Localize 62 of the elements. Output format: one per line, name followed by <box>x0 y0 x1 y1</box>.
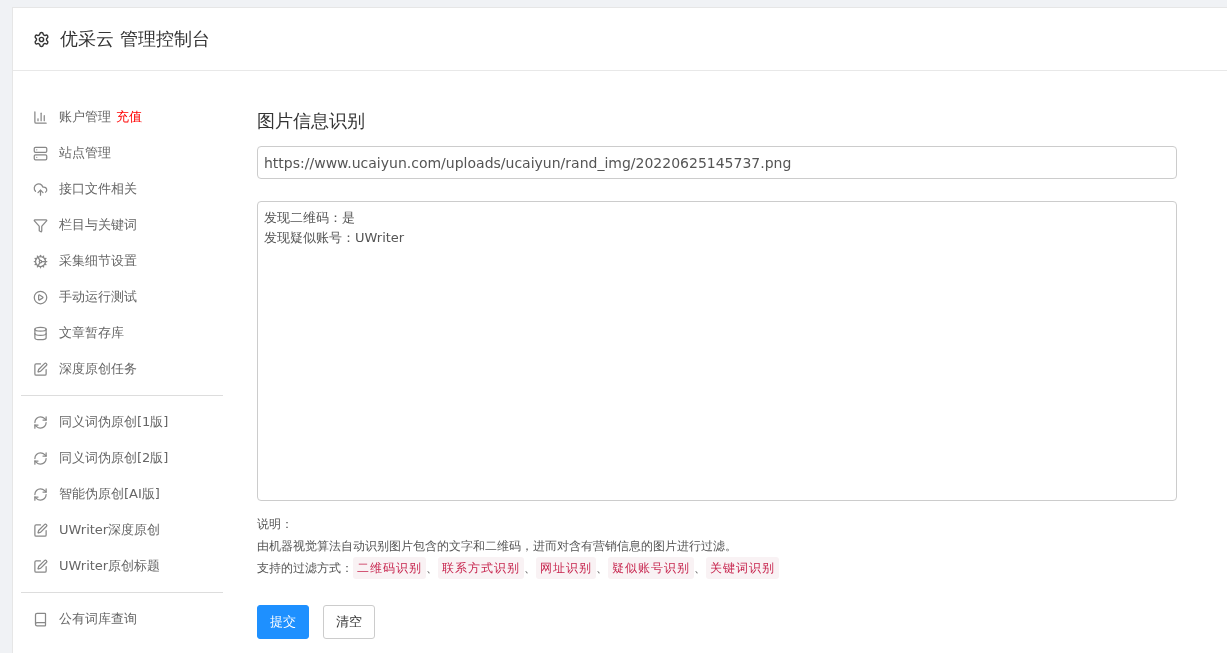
sidebar-item[interactable]: UWriter原创标题 <box>21 548 223 584</box>
submit-button[interactable]: 提交 <box>257 605 309 639</box>
sidebar-label: 手动运行测试 <box>59 288 137 306</box>
sidebar-item[interactable]: 账户管理 充值 <box>21 99 223 135</box>
edit-icon <box>33 522 48 538</box>
refresh-icon <box>33 486 48 502</box>
database-icon <box>33 325 48 341</box>
sidebar-label: 采集细节设置 <box>59 252 137 270</box>
sidebar-label: 接口文件相关 <box>59 180 137 198</box>
settings-icon <box>33 30 50 48</box>
sidebar-label: 账户管理 <box>59 108 111 126</box>
sidebar-item[interactable]: 公有词库查询 <box>21 601 223 637</box>
separator: 、 <box>426 560 438 577</box>
section-title: 图片信息识别 <box>257 109 366 133</box>
result-text-area[interactable]: 发现二维码：是 发现疑似账号：UWriter <box>257 201 1177 501</box>
gear-icon <box>33 253 48 269</box>
sidebar-item[interactable]: 手动运行测试 <box>21 279 223 315</box>
edit-icon <box>33 361 48 377</box>
sidebar-item[interactable]: UWriter深度原创 <box>21 512 223 548</box>
sidebar-item[interactable]: 栏目与关键词 <box>21 207 223 243</box>
sidebar-item[interactable]: 深度原创任务 <box>21 351 223 387</box>
bar-chart-icon <box>33 109 48 125</box>
recharge-link[interactable]: 充值 <box>116 108 142 126</box>
refresh-icon <box>33 450 48 466</box>
sidebar-label: 公有词库查询 <box>59 610 137 628</box>
sidebar-item[interactable]: 站点管理 <box>21 135 223 171</box>
book-icon <box>33 611 48 627</box>
method-tag: 疑似账号识别 <box>608 557 694 579</box>
note-heading: 说明： <box>257 516 294 533</box>
play-icon <box>33 289 48 305</box>
method-tag: 关键词识别 <box>706 557 779 579</box>
sidebar-label: 同义词伪原创[2版] <box>59 449 169 467</box>
clear-button[interactable]: 清空 <box>323 605 375 639</box>
sidebar-item[interactable]: 文章暂存库 <box>21 315 223 351</box>
sidebar-item[interactable]: 同义词伪原创[2版] <box>21 440 223 476</box>
server-icon <box>33 145 48 161</box>
separator: 、 <box>596 560 608 577</box>
methods-label: 支持的过滤方式： <box>257 560 353 577</box>
sidebar-item[interactable]: 接口文件相关 <box>21 171 223 207</box>
sidebar-label: UWriter深度原创 <box>59 521 161 539</box>
sidebar-label: UWriter原创标题 <box>59 557 161 575</box>
console-title: 优采云 管理控制台 <box>60 27 210 51</box>
sidebar-label: 栏目与关键词 <box>59 216 137 234</box>
edit-icon <box>33 558 48 574</box>
sidebar-label: 同义词伪原创[1版] <box>59 413 169 431</box>
separator: 、 <box>694 560 706 577</box>
method-tag: 联系方式识别 <box>438 557 524 579</box>
sidebar-label: 文章暂存库 <box>59 324 124 342</box>
url-input-field[interactable]: https://www.ucaiyun.com/uploads/ucaiyun/rand_img/20220625145737.png <box>257 146 1177 179</box>
sidebar-label: 智能伪原创[AI版] <box>59 485 160 503</box>
sidebar-item[interactable]: 采集细节设置 <box>21 243 223 279</box>
filter-icon <box>33 217 48 233</box>
separator: 、 <box>524 560 536 577</box>
note-text: 由机器视觉算法自动识别图片包含的文字和二维码，进而对含有营销信息的图片进行过滤。 <box>257 538 738 555</box>
sidebar-item[interactable]: 同义词伪原创[1版] <box>21 404 223 440</box>
sidebar-label: 深度原创任务 <box>59 360 137 378</box>
cloud-upload-icon <box>33 181 48 197</box>
refresh-icon <box>33 414 48 430</box>
method-tag: 网址识别 <box>536 557 596 579</box>
sidebar-label: 站点管理 <box>59 144 111 162</box>
sidebar-item[interactable]: 智能伪原创[AI版] <box>21 476 223 512</box>
method-tag: 二维码识别 <box>353 557 426 579</box>
